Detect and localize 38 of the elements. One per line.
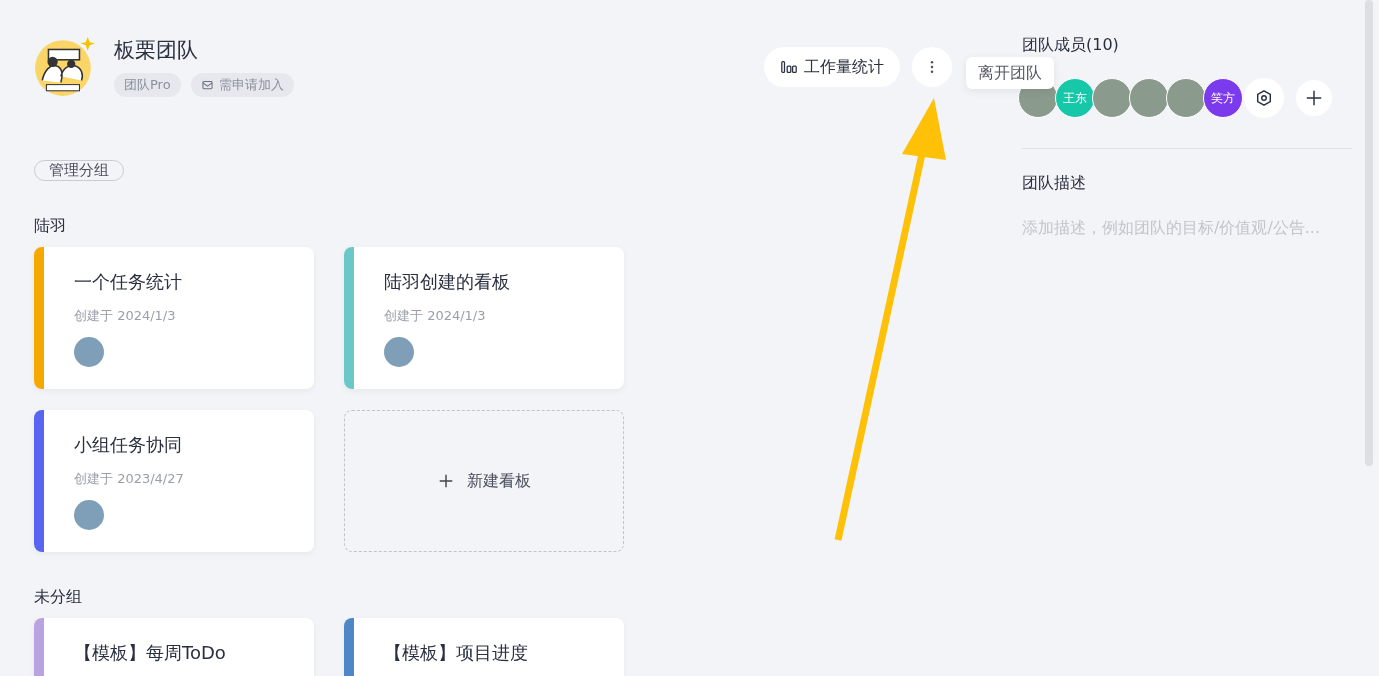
board-title: 【模板】项目进度 — [384, 641, 528, 665]
board-title: 小组任务协同 — [74, 433, 182, 457]
avatar-photo-placeholder — [74, 337, 104, 367]
team-name: 板栗团队 — [114, 37, 199, 64]
avatar-photo-placeholder[interactable] — [1129, 78, 1169, 118]
members-title: 团队成员(10) — [1022, 34, 1119, 56]
avatar-photo-placeholder — [384, 337, 414, 367]
group-title: 未分组 — [34, 586, 82, 608]
plan-tag: 团队Pro — [114, 73, 181, 97]
board-card[interactable]: 一个任务统计 创建于 2024/1/3 — [34, 247, 314, 389]
join-tag: 需申请加入 — [190, 73, 294, 97]
avatar-photo-placeholder[interactable] — [1092, 78, 1132, 118]
member-avatar[interactable]: 笑方 — [1203, 78, 1243, 118]
team-logo-drawing — [34, 35, 96, 97]
avatar-photo-placeholder — [74, 500, 104, 530]
workload-button[interactable]: 工作量统计 — [764, 47, 900, 87]
board-card[interactable]: 小组任务协同 创建于 2023/4/27 — [34, 410, 314, 552]
leave-team-menu-item[interactable]: 离开团队 — [966, 57, 1054, 89]
board-card[interactable]: 【模板】项目进度 — [344, 618, 624, 676]
settings-button[interactable] — [1244, 78, 1284, 118]
board-title: 【模板】每周ToDo — [74, 641, 226, 665]
description-title: 团队描述 — [1022, 172, 1086, 194]
plus-icon — [1305, 89, 1323, 107]
settings-icon — [1255, 89, 1273, 107]
board-title: 陆羽创建的看板 — [384, 270, 510, 294]
board-date: 创建于 2023/4/27 — [74, 470, 184, 488]
plus-icon — [437, 472, 455, 490]
board-card[interactable]: 【模板】每周ToDo — [34, 618, 314, 676]
board-date: 创建于 2024/1/3 — [384, 307, 486, 325]
board-date: 创建于 2024/1/3 — [74, 307, 176, 325]
new-board-button[interactable]: 新建看板 — [344, 410, 624, 552]
add-member-button[interactable] — [1296, 80, 1332, 116]
board-card[interactable]: 陆羽创建的看板 创建于 2024/1/3 — [344, 247, 624, 389]
avatar-photo-placeholder[interactable] — [1166, 78, 1206, 118]
group-title: 陆羽 — [34, 215, 66, 237]
mail-icon — [200, 78, 214, 92]
bar-chart-icon — [780, 58, 798, 76]
board-title: 一个任务统计 — [74, 270, 182, 294]
